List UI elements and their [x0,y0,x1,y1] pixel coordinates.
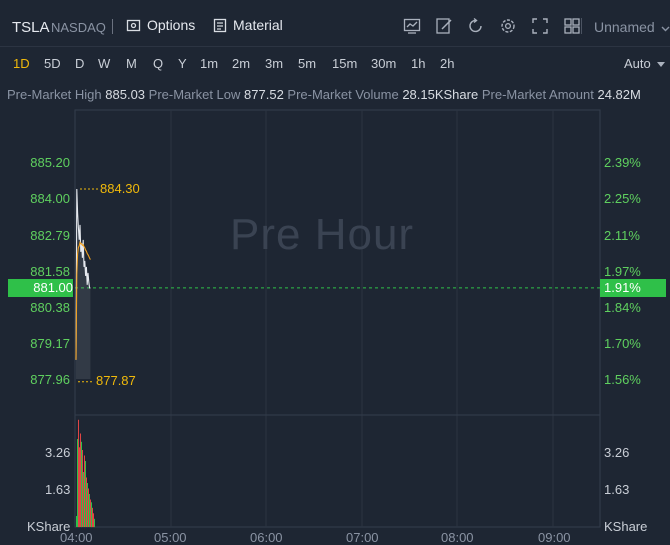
volume-bar [91,502,92,528]
volume-bars [76,419,95,528]
volume-tick: 3.26 [45,445,71,460]
percent-tick: 2.11% [604,228,640,243]
volume-bar [89,494,90,527]
volume-bar [92,507,93,528]
volume-bar [86,477,87,527]
volume-bar [94,518,95,528]
percent-tick: 1.56% [604,372,641,387]
volume-bar [80,433,81,527]
volume-tick: 3.26 [604,445,630,460]
volume-tick: 1.63 [45,482,71,497]
percent-tick: 1.97% [604,264,641,279]
time-tick: 09:00 [538,530,571,545]
session-high-marker: 884.30 [100,181,140,196]
price-tick: 877.96 [30,372,70,387]
volume-bar [88,488,89,527]
session-watermark: Pre Hour [230,210,415,259]
volume-bar [87,483,88,527]
volume-bar [82,450,83,527]
volume-bar [77,439,78,527]
percent-tick: 2.39% [604,155,641,170]
percent-tick: 2.25% [604,191,641,206]
time-tick: 05:00 [154,530,187,545]
price-tick: 882.79 [30,228,70,243]
chart-grid [74,109,601,528]
price-tick: 880.38 [30,300,70,315]
volume-bar [81,441,82,528]
volume-bar [85,461,86,527]
time-tick: 08:00 [441,530,474,545]
volume-tick: 1.63 [604,482,630,497]
current-price-badge: 881.00 [8,279,73,297]
volume-bar [93,513,94,528]
price-chart[interactable] [0,0,670,545]
percent-tick: 1.84% [604,300,641,315]
price-line [75,188,91,379]
session-low-marker: 877.87 [96,373,136,388]
volume-bar [84,455,85,527]
price-tick: 884.00 [30,191,70,206]
current-percent-badge: 1.91% [600,279,666,297]
price-tick: 885.20 [30,155,70,170]
price-tick: 881.58 [30,264,70,279]
time-tick: 07:00 [346,530,379,545]
price-tick: 879.17 [30,336,70,351]
plot-frame [74,109,601,528]
time-tick: 06:00 [250,530,283,545]
volume-unit-label: KShare [604,519,648,534]
volume-bar [90,499,91,527]
time-tick: 04:00 [60,530,93,545]
volume-bar [79,447,80,528]
volume-bar [83,472,84,527]
volume-bar [78,419,79,528]
volume-bar [76,516,77,527]
percent-tick: 1.70% [604,336,641,351]
